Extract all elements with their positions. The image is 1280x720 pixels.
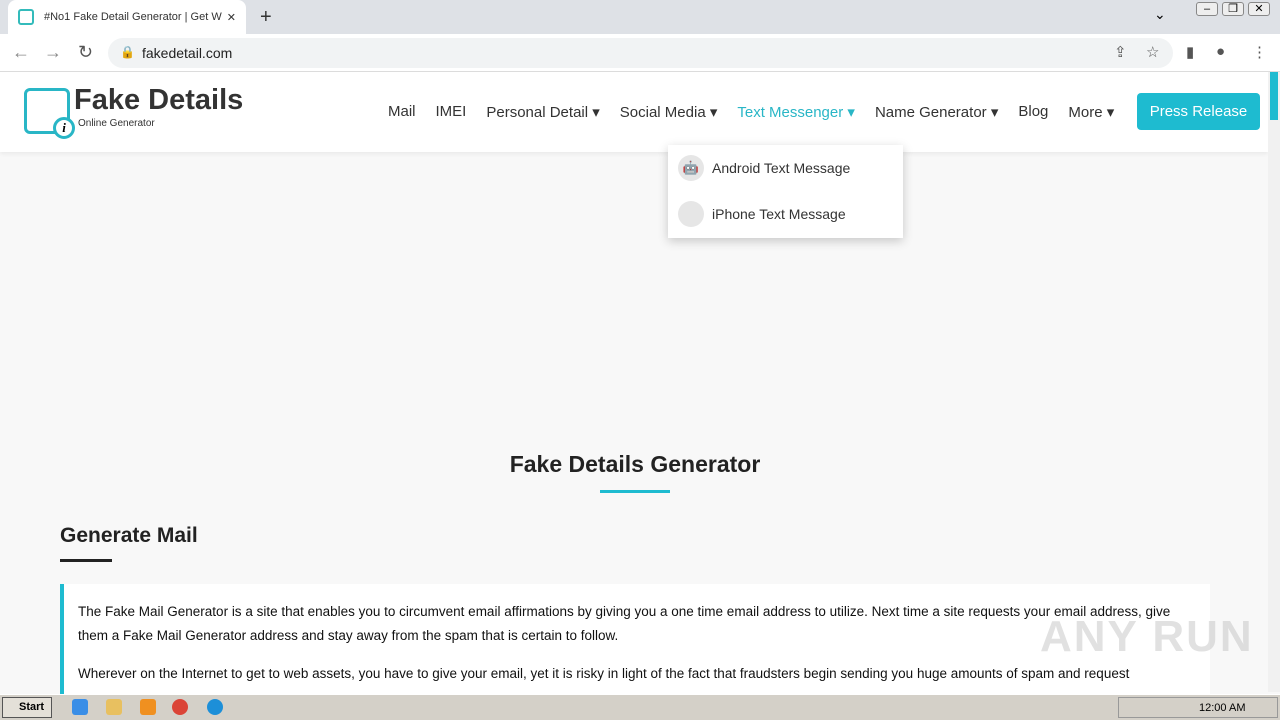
menu-dots-icon[interactable]: ⋮ [1252,43,1267,61]
tab-title: #No1 Fake Detail Generator | Get W [44,11,222,23]
tab-bar: #No1 Fake Detail Generator | Get W ✕ + ⌄… [0,0,1280,34]
minimize-button[interactable]: – [1196,2,1218,16]
description-box: The Fake Mail Generator is a site that e… [60,584,1210,694]
restore-button[interactable]: ❐ [1222,2,1244,16]
clock[interactable]: 12:00 AM [1199,702,1245,714]
forward-icon[interactable]: → [44,42,62,63]
edge-icon[interactable] [207,699,223,715]
menu-imei[interactable]: IMEI [436,103,467,121]
share-icon[interactable]: ⇪ [1114,43,1127,61]
menu-personal-detail[interactable]: Personal Detail ▾ [486,103,599,121]
logo-icon[interactable]: i [24,88,75,139]
tab-search-icon[interactable]: ⌄ [1154,6,1166,23]
section-underline [60,559,112,562]
profile-icon[interactable]: ● [1216,43,1225,60]
system-tray: 12:00 AM [1118,697,1278,718]
dropdown-item-label: iPhone Text Message [712,206,846,222]
menu-mail[interactable]: Mail [388,103,416,121]
paragraph: Wherever on the Internet to get to web a… [78,666,1130,681]
press-release-button[interactable]: Press Release [1137,93,1260,130]
ie-icon[interactable] [72,699,88,715]
new-tab-button[interactable]: + [260,6,272,29]
close-window-button[interactable]: ✕ [1248,2,1270,16]
menu-text-messenger[interactable]: Text Messenger ▾ [737,103,855,121]
brand-tagline: Online Generator [78,118,155,129]
menu-name-generator[interactable]: Name Generator ▾ [875,103,998,121]
address-bar-row: ← → ↻ 🔒 fakedetail.com ⇪ ☆ ▮ ● ⋮ [0,34,1280,72]
explorer-icon[interactable] [106,699,122,715]
site-favicon-icon [18,9,34,25]
chrome-icon[interactable] [172,699,188,715]
taskbar: Start 12:00 AM [0,694,1280,720]
anyrun-watermark: ANY RUN [1040,612,1254,661]
media-player-icon[interactable] [140,699,156,715]
dropdown-item-label: Android Text Message [712,160,851,176]
url-text: fakedetail.com [142,45,233,61]
url-input[interactable]: 🔒 fakedetail.com [108,38,1173,68]
reload-icon[interactable]: ↻ [78,42,93,63]
dropdown-item-iphone[interactable]: iPhone Text Message [668,191,903,237]
dropdown-item-android[interactable]: 🤖 Android Text Message [668,145,903,191]
browser-tab[interactable]: #No1 Fake Detail Generator | Get W ✕ [8,0,246,34]
back-icon[interactable]: ← [12,42,30,63]
menu-more[interactable]: More ▾ [1068,103,1114,121]
menu-social-media[interactable]: Social Media ▾ [620,103,718,121]
title-underline [600,490,670,493]
side-panel-icon[interactable]: ▮ [1186,43,1194,61]
main-menu: Mail IMEI Personal Detail ▾ Social Media… [388,103,1114,121]
close-tab-icon[interactable]: ✕ [227,11,236,24]
bookmark-star-icon[interactable]: ☆ [1146,43,1159,61]
brand-name[interactable]: Fake Details [74,84,243,117]
scrollbar-thumb[interactable] [1270,72,1278,120]
site-header: i Fake Details Online Generator Mail IME… [0,72,1268,152]
android-icon: 🤖 [678,155,704,181]
page-title: Fake Details Generator [509,451,761,477]
paragraph: The Fake Mail Generator is a site that e… [78,604,1171,643]
menu-blog[interactable]: Blog [1018,103,1048,121]
page-scrollbar[interactable] [1268,72,1280,692]
apple-icon [678,201,704,227]
text-messenger-dropdown: 🤖 Android Text Message iPhone Text Messa… [668,145,903,238]
section-heading: Generate Mail [60,524,198,547]
start-button[interactable]: Start [2,697,52,718]
lock-icon: 🔒 [120,45,135,59]
